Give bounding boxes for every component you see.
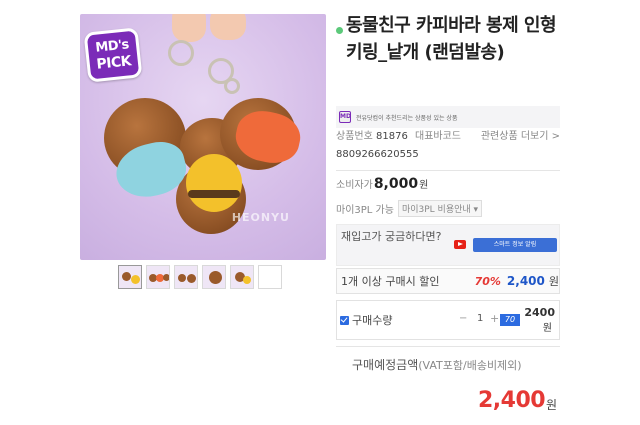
watermark: HEONYU: [231, 211, 290, 224]
quantity-minus-button[interactable]: −: [459, 313, 467, 324]
barcode-value: 8809266620555: [336, 149, 419, 160]
consumer-price-label: 소비자가: [336, 180, 373, 191]
discount-row: 1개 이상 구매시 할인 70% 2,400 원: [336, 268, 560, 294]
thumbnail-6[interactable]: [258, 265, 282, 289]
expected-price: 2,400: [478, 388, 546, 413]
keyring-ring: [224, 78, 240, 94]
bee-stripe: [188, 190, 240, 198]
expected-amount-label: 구매예정금액(VAT포함/배송비제외): [352, 356, 522, 373]
related-products-link[interactable]: 관련상품 더보기 >: [481, 128, 560, 146]
restock-question: 재입고가 궁금하다면?: [341, 230, 442, 243]
barcode-label: 대표바코드: [415, 131, 461, 142]
recommend-banner: MD 전유닷컴이 추천드리는 상품성 있는 상품: [336, 106, 560, 128]
quantity-label: 구매수량: [352, 314, 393, 327]
divider: [336, 346, 560, 347]
discount-price: 2,400: [506, 274, 545, 288]
checkbox-icon[interactable]: [340, 316, 349, 325]
md-pick-badge: MD's PICK: [83, 27, 143, 83]
product-no-label: 상품번호: [336, 131, 373, 142]
status-dot: [336, 27, 343, 34]
restock-box: 재입고가 궁금하다면? 스마트 정보 알림: [336, 224, 560, 266]
product-no: 81876: [376, 131, 408, 142]
quantity-value[interactable]: 1: [477, 313, 483, 324]
consumer-price-row: 소비자가 8,000 원: [336, 176, 428, 192]
discount-won: 원: [548, 275, 560, 288]
main-product-image[interactable]: MD's PICK HEONYU: [80, 14, 326, 260]
hand-image: [210, 14, 246, 40]
hand-image: [172, 14, 206, 42]
discount-rate: 70%: [474, 274, 501, 288]
product-codes: 상품번호 81876 대표바코드 8809266620555 관련상품 더보기 …: [336, 128, 560, 164]
quantity-rate-tag: 70: [500, 314, 520, 326]
thumbnail-4[interactable]: [202, 265, 226, 289]
consumer-price: 8,000: [373, 176, 419, 192]
keyring-ring: [168, 40, 194, 66]
quantity-plus-button[interactable]: +: [490, 312, 499, 325]
my3pl-guide-dropdown[interactable]: 마이3PL 비용안내 ▾: [397, 200, 483, 217]
expected-label: 구매예정금액: [352, 358, 419, 372]
consumer-price-won: 원: [419, 180, 429, 191]
my3pl-row: 마이3PL 가능 마이3PL 비용안내 ▾: [336, 200, 483, 217]
md-recommend-icon: MD: [339, 111, 351, 123]
quantity-row: 구매수량 − 1 + 70 2400 원: [336, 300, 560, 340]
bee-plush: [186, 154, 242, 212]
thumbnail-5[interactable]: [230, 265, 254, 289]
expected-sub: (VAT포함/배송비제외): [418, 359, 522, 372]
thumbnail-1[interactable]: [118, 265, 142, 289]
youtube-icon[interactable]: [454, 240, 466, 249]
discount-label: 1개 이상 구매시 할인: [341, 275, 440, 288]
divider: [336, 170, 560, 171]
expected-won: 원: [546, 398, 558, 412]
my3pl-label: 마이3PL 가능: [336, 205, 394, 216]
quantity-total: 2400: [524, 306, 555, 319]
recommend-text: 전유닷컴이 추천드리는 상품성 있는 상품: [356, 114, 458, 122]
thumbnail-strip: [118, 265, 282, 289]
thumbnail-3[interactable]: [174, 265, 198, 289]
product-title: 동물친구 카피바라 봉제 인형 키링_낱개 (랜덤발송): [346, 15, 557, 63]
quantity-total-won: 원: [542, 323, 552, 334]
smart-alert-button[interactable]: 스마트 정보 알림: [473, 238, 557, 252]
thumbnail-2[interactable]: [146, 265, 170, 289]
